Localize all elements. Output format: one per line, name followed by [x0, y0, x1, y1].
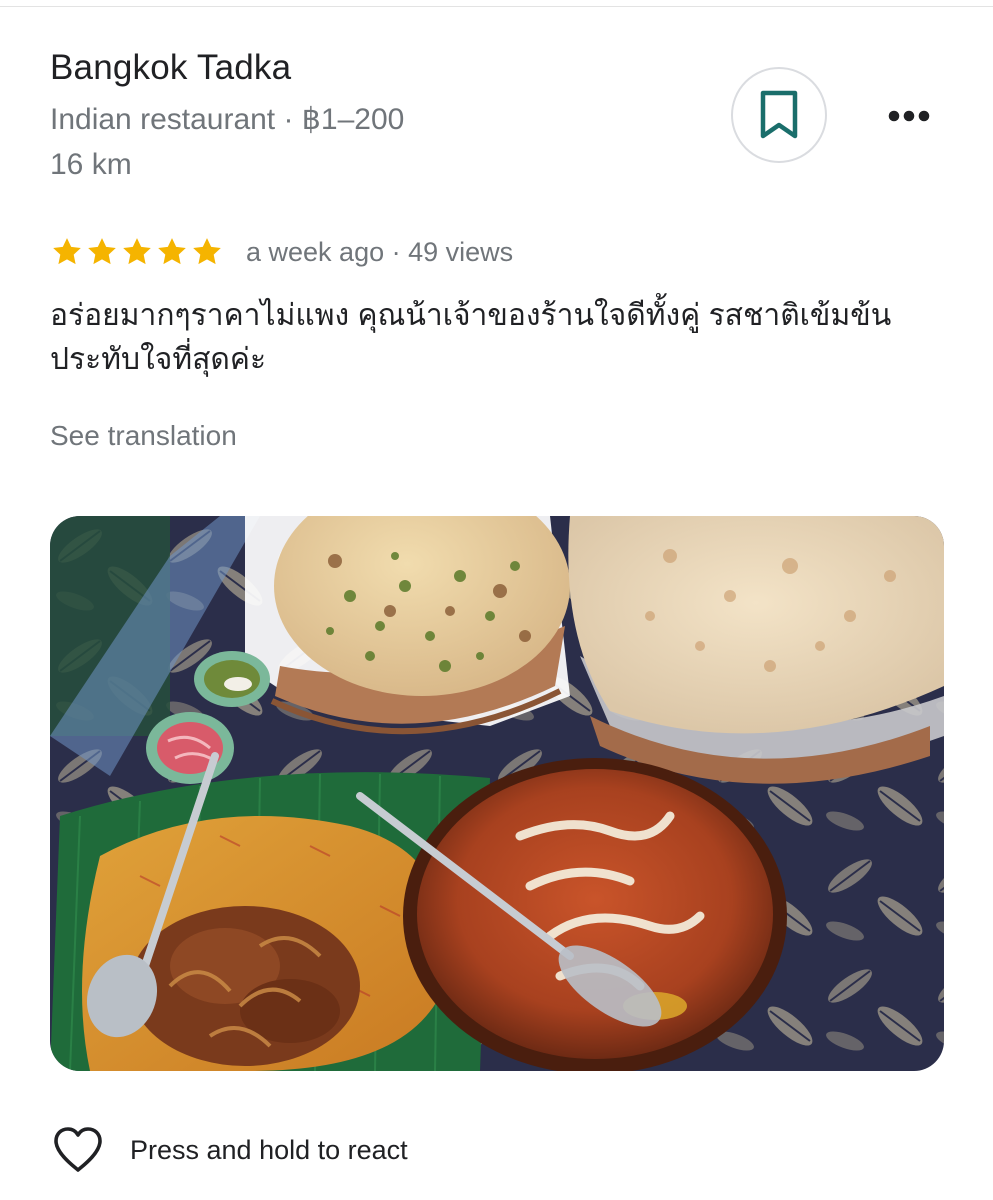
place-distance: 16 km [50, 148, 132, 181]
food-photo-image [50, 516, 944, 1071]
review-meta: a week ago · 49 views [246, 236, 514, 267]
react-label: Press and hold to react [130, 1134, 408, 1165]
bookmark-icon [760, 90, 798, 139]
place-title[interactable]: Bangkok Tadka [50, 48, 291, 88]
star-icon [88, 238, 116, 265]
review-rating-row: a week ago · 49 views [50, 234, 513, 270]
review-photo[interactable] [50, 516, 944, 1071]
star-icon [123, 238, 151, 265]
top-divider [0, 6, 993, 7]
star-icon [193, 238, 221, 265]
star-icon [158, 238, 186, 265]
more-options-button[interactable] [880, 98, 938, 134]
review-text: อร่อยมากๆราคาไม่แพง คุณน้าเจ้าของร้านใจด… [50, 299, 892, 376]
react-row[interactable]: Press and hold to react [52, 1124, 408, 1176]
place-category-price: Indian restaurant · ฿1–200 [50, 103, 405, 136]
heart-icon[interactable] [52, 1126, 104, 1174]
save-button[interactable] [731, 67, 827, 163]
see-translation-link[interactable]: See translation [50, 420, 237, 452]
star-rating [50, 235, 224, 269]
star-icon [53, 238, 81, 265]
more-horizontal-icon [888, 110, 930, 122]
